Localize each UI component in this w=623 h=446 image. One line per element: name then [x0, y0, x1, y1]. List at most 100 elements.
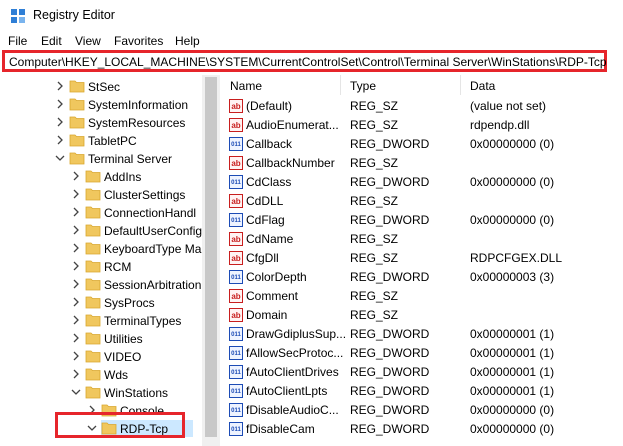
values-list[interactable]: Name Type Data ab (Default) REG_SZ (value n… — [220, 75, 623, 446]
address-bar[interactable]: Computer\HKEY_LOCAL_MACHINE\SYSTEM\Curre… — [2, 50, 607, 72]
tree-item-label: TerminalTypes — [104, 314, 182, 328]
chevron-right-icon[interactable] — [70, 332, 82, 344]
column-separator[interactable] — [340, 75, 341, 95]
tree-item[interactable]: SystemInformation — [0, 96, 202, 114]
value-row[interactable]: 011 CdClass REG_DWORD 0x00000000 (0) — [220, 173, 623, 192]
tree-item[interactable]: Terminal Server — [0, 150, 202, 168]
value-data: 0x00000000 (0) — [470, 137, 555, 151]
value-row[interactable]: 011 fAllowSecProtoc... REG_DWORD 0x00000001… — [220, 344, 623, 363]
tree-item[interactable]: StSec — [0, 78, 202, 96]
value-row[interactable]: ab CallbackNumber REG_SZ — [220, 154, 623, 173]
tree-item[interactable]: TabletPC — [0, 132, 202, 150]
value-row[interactable]: 011 fAutoClientLpts REG_DWORD 0x00000001 (1… — [220, 382, 623, 401]
tree-item[interactable]: ConnectionHandl — [0, 204, 202, 222]
window-title: Registry Editor — [33, 8, 115, 22]
value-row[interactable]: ab Comment REG_SZ — [220, 287, 623, 306]
value-row[interactable]: ab Domain REG_SZ — [220, 306, 623, 325]
folder-icon — [69, 80, 85, 93]
folder-icon — [85, 386, 101, 399]
value-row[interactable]: 011 ColorDepth REG_DWORD 0x00000003 (3) — [220, 268, 623, 287]
chevron-right-icon[interactable] — [70, 188, 82, 200]
column-data[interactable]: Data — [470, 79, 495, 93]
folder-icon — [85, 242, 101, 255]
value-name: ColorDepth — [246, 270, 307, 284]
menu-favorites[interactable]: Favorites — [114, 34, 163, 48]
tree-item-label: Utilities — [104, 332, 143, 346]
value-type: REG_SZ — [350, 118, 399, 132]
column-name[interactable]: Name — [230, 79, 262, 93]
value-data: 0x00000000 (0) — [470, 175, 555, 189]
chevron-right-icon[interactable] — [70, 350, 82, 362]
menu-edit[interactable]: Edit — [41, 34, 62, 48]
tree-item[interactable]: KeyboardType Ma — [0, 240, 202, 258]
value-type: REG_SZ — [350, 289, 399, 303]
value-row[interactable]: 011 fAutoClientDrives REG_DWORD 0x00000001 … — [220, 363, 623, 382]
tree-item-label: Wds — [104, 368, 128, 382]
value-data: 0x00000001 (1) — [470, 346, 555, 360]
binary-value-icon: 011 — [229, 213, 243, 227]
tree-item[interactable]: Wds — [0, 366, 202, 384]
tree-item[interactable]: Utilities — [0, 330, 202, 348]
chevron-right-icon[interactable] — [70, 314, 82, 326]
value-name: fAllowSecProtoc... — [246, 346, 344, 360]
address-path[interactable]: Computer\HKEY_LOCAL_MACHINE\SYSTEM\Curre… — [9, 55, 607, 69]
chevron-right-icon[interactable] — [70, 368, 82, 380]
value-row[interactable]: ab CfgDll REG_SZ RDPCFGEX.DLL — [220, 249, 623, 268]
tree-scrollbar-thumb[interactable] — [205, 77, 217, 437]
tree-item-label: SystemResources — [88, 116, 186, 130]
value-name: CdClass — [246, 175, 292, 189]
tree-item-label: WinStations — [104, 386, 169, 400]
folder-icon — [85, 206, 101, 219]
binary-value-icon: 011 — [229, 384, 243, 398]
value-row[interactable]: ab CdDLL REG_SZ — [220, 192, 623, 211]
value-data: 0x00000000 (0) — [470, 422, 555, 436]
chevron-right-icon[interactable] — [54, 134, 66, 146]
tree-item[interactable]: ClusterSettings — [0, 186, 202, 204]
chevron-right-icon[interactable] — [54, 98, 66, 110]
chevron-right-icon[interactable] — [54, 80, 66, 92]
value-row[interactable]: 011 Callback REG_DWORD 0x00000000 (0) — [220, 135, 623, 154]
tree-item[interactable]: RCM — [0, 258, 202, 276]
binary-value-icon: 011 — [229, 137, 243, 151]
chevron-right-icon[interactable] — [54, 116, 66, 128]
tree-item[interactable]: SystemResources — [0, 114, 202, 132]
column-type[interactable]: Type — [350, 79, 376, 93]
tree-item[interactable]: WinStations — [0, 384, 202, 402]
tree-item[interactable]: SysProcs — [0, 294, 202, 312]
key-tree[interactable]: StSec SystemInformation SystemResources Tab… — [0, 75, 203, 446]
chevron-right-icon[interactable] — [70, 224, 82, 236]
value-row[interactable]: ab AudioEnumerat... REG_SZ rdpendp.dll — [220, 116, 623, 135]
value-type: REG_DWORD — [350, 137, 430, 151]
tree-item-label: SystemInformation — [88, 98, 189, 112]
tree-item[interactable]: AddIns — [0, 168, 202, 186]
tree-item[interactable]: TerminalTypes — [0, 312, 202, 330]
menu-view[interactable]: View — [75, 34, 101, 48]
chevron-right-icon[interactable] — [70, 242, 82, 254]
chevron-right-icon[interactable] — [70, 296, 82, 308]
value-row[interactable]: 011 DrawGdiplusSup... REG_DWORD 0x00000001 … — [220, 325, 623, 344]
menu-help[interactable]: Help — [175, 34, 200, 48]
folder-icon — [85, 296, 101, 309]
chevron-down-icon[interactable] — [70, 386, 82, 398]
column-separator[interactable] — [460, 75, 461, 95]
value-row[interactable]: 011 fDisableAudioC... REG_DWORD 0x00000000 … — [220, 401, 623, 420]
chevron-down-icon[interactable] — [54, 152, 66, 164]
value-data: rdpendp.dll — [470, 118, 530, 132]
chevron-right-icon[interactable] — [70, 206, 82, 218]
value-row[interactable]: 011 fDisableCam REG_DWORD 0x00000000 (0) — [220, 420, 623, 439]
value-row[interactable]: 011 CdFlag REG_DWORD 0x00000000 (0) — [220, 211, 623, 230]
string-value-icon: ab — [229, 118, 243, 132]
folder-icon — [69, 152, 85, 165]
column-header: Name Type Data — [220, 75, 623, 95]
value-name: Callback — [246, 137, 293, 151]
tree-item[interactable]: VIDEO — [0, 348, 202, 366]
chevron-right-icon[interactable] — [70, 260, 82, 272]
tree-item[interactable]: SessionArbitration — [0, 276, 202, 294]
value-row[interactable]: ab (Default) REG_SZ (value not set) — [220, 97, 623, 116]
chevron-right-icon[interactable] — [70, 278, 82, 290]
value-row[interactable]: ab CdName REG_SZ — [220, 230, 623, 249]
tree-item[interactable]: DefaultUserConfig — [0, 222, 202, 240]
menu-file[interactable]: File — [8, 34, 27, 48]
chevron-right-icon[interactable] — [70, 170, 82, 182]
binary-value-icon: 011 — [229, 270, 243, 284]
